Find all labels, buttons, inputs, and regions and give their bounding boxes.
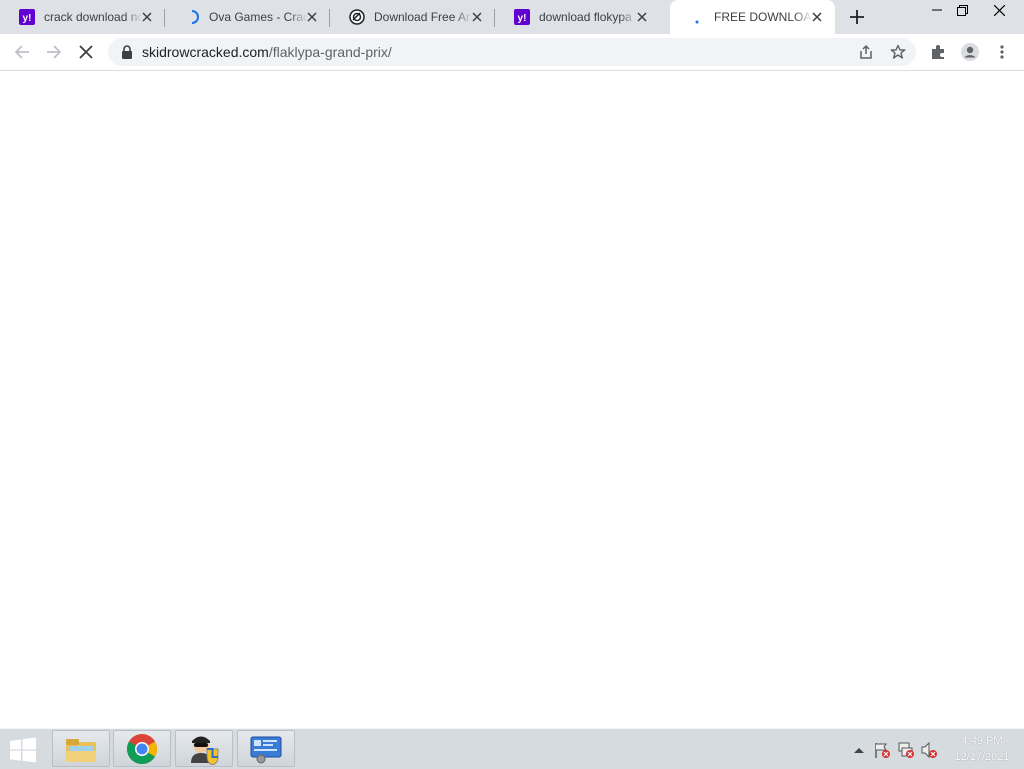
action-center-flag-icon[interactable] <box>873 741 891 759</box>
forward-button[interactable] <box>42 40 66 64</box>
tab-title: FREE DOWNLOAD <box>714 10 812 24</box>
back-arrow-icon <box>14 45 29 59</box>
control-panel-icon <box>250 736 282 763</box>
menu-button[interactable] <box>990 40 1014 64</box>
kebab-menu-icon <box>1000 45 1004 59</box>
plus-icon <box>850 10 864 24</box>
clock-time: 4:49 PM <box>961 735 1003 747</box>
tab-1[interactable]: y! crack download no <box>0 0 165 34</box>
close-tab-icon[interactable] <box>634 9 650 25</box>
url-text[interactable]: skidrowcracked.com/flaklypa-grand-prix/ <box>142 44 392 60</box>
show-hidden-icons-arrow-icon[interactable] <box>850 741 868 759</box>
loading-spinner-icon <box>184 9 200 25</box>
stop-x-icon <box>79 45 93 59</box>
url-host: skidrowcracked.com <box>142 44 269 60</box>
security-agent-icon <box>191 736 219 765</box>
profile-button[interactable] <box>958 40 982 64</box>
svg-text:y!: y! <box>23 13 32 24</box>
taskbar-chrome[interactable] <box>113 730 171 767</box>
file-explorer-icon <box>66 738 96 762</box>
extensions-button[interactable] <box>926 40 950 64</box>
page-viewport[interactable] <box>0 71 1024 728</box>
yahoo-icon: y! <box>19 9 35 25</box>
puzzle-icon <box>932 45 944 59</box>
restore-icon <box>956 4 968 16</box>
minimize-icon <box>932 9 942 11</box>
share-icon[interactable] <box>856 42 876 62</box>
tab-5-active[interactable]: FREE DOWNLOAD <box>670 0 835 34</box>
tab-2[interactable]: Ova Games - Crack <box>165 0 330 34</box>
browser-toolbar: skidrowcracked.com/flaklypa-grand-prix/ <box>0 34 1024 71</box>
windows-logo-icon <box>10 737 36 763</box>
volume-muted-icon[interactable] <box>920 741 938 759</box>
loading-dot-icon <box>689 9 705 25</box>
new-tab-button[interactable] <box>847 7 867 27</box>
address-bar[interactable]: skidrowcracked.com/flaklypa-grand-prix/ <box>108 38 916 66</box>
close-tab-icon[interactable] <box>304 9 320 25</box>
tab-title: download flokypa <box>539 10 632 24</box>
close-icon <box>993 4 1005 16</box>
tab-3[interactable]: Download Free An <box>330 0 495 34</box>
tab-4[interactable]: y! download flokypa <box>495 0 660 34</box>
taskbar-control-panel[interactable] <box>237 730 295 767</box>
tab-title: crack download no <box>44 10 142 24</box>
taskbar-file-explorer[interactable] <box>52 730 110 767</box>
lock-icon <box>122 45 132 59</box>
taskbar-security-agent[interactable] <box>175 730 233 767</box>
close-window-button[interactable] <box>982 0 1016 20</box>
restore-button[interactable] <box>945 0 979 20</box>
yahoo-icon: y! <box>514 9 530 25</box>
tab-strip: y! crack download no Ova Games - Crack D… <box>0 0 1024 34</box>
bookmark-star-icon[interactable] <box>888 42 908 62</box>
close-tab-icon[interactable] <box>809 9 825 25</box>
forward-arrow-icon <box>47 45 62 59</box>
chrome-icon <box>126 733 158 764</box>
site-logo-icon <box>349 9 365 25</box>
network-icon[interactable] <box>897 741 915 759</box>
start-button[interactable] <box>6 735 40 765</box>
tab-title: Download Free An <box>374 10 472 24</box>
avatar-icon <box>961 43 979 61</box>
url-path: /flaklypa-grand-prix/ <box>268 44 392 60</box>
stop-loading-button[interactable] <box>74 40 98 64</box>
svg-text:y!: y! <box>518 13 527 24</box>
close-tab-icon[interactable] <box>469 9 485 25</box>
tab-title: Ova Games - Crack <box>209 10 307 24</box>
clock-date: 12/17/2021 <box>954 751 1010 763</box>
taskbar: 4:49 PM 12/17/2021 <box>0 728 1024 769</box>
close-tab-icon[interactable] <box>139 9 155 25</box>
system-clock[interactable]: 4:49 PM 12/17/2021 <box>944 733 1020 765</box>
back-button[interactable] <box>10 40 34 64</box>
